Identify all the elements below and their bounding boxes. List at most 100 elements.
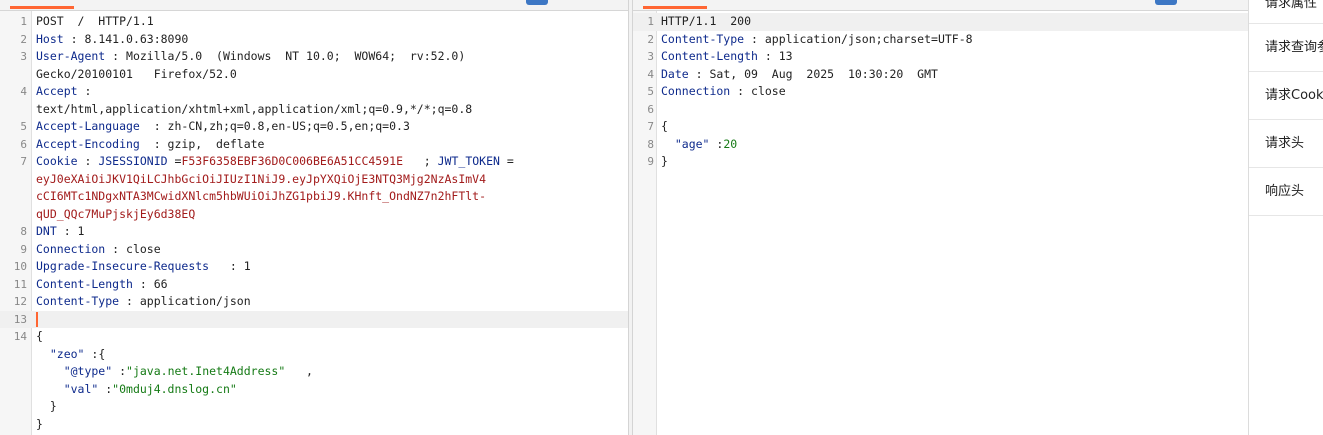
token: } — [36, 416, 43, 431]
request-line[interactable]: 8 DNT : 1 — [0, 223, 628, 241]
line-number: 10 — [13, 260, 27, 273]
line-content: Content-Type : application/json — [36, 293, 251, 311]
line-content: } — [661, 153, 668, 171]
token: Accept-Language — [36, 119, 140, 133]
token: = — [499, 154, 514, 168]
token: eyJ0eXAiOiJKV1QiLCJhbGciOiJIUzI1NiJ9.eyJ… — [36, 171, 487, 186]
line-number: 11 — [13, 277, 27, 291]
token: : 1 — [209, 259, 251, 273]
response-line[interactable]: 2 Content-Type : application/json;charset… — [633, 31, 1248, 49]
request-line[interactable]: 1 POST / HTTP/1.1 — [0, 13, 628, 31]
request-line[interactable]: Gecko/20100101 Firefox/52.0 — [0, 66, 628, 84]
response-line[interactable]: 1 HTTP/1.1 200 — [633, 13, 1248, 31]
line-content: } — [36, 416, 43, 434]
token: Content-Type — [36, 294, 120, 308]
inspector-query-params[interactable]: 请求查询参数 — [1249, 24, 1323, 72]
token: Cookie — [36, 154, 78, 168]
line-number: 8 — [20, 225, 27, 238]
token: = — [167, 154, 182, 168]
token: "age" — [661, 136, 710, 151]
response-line[interactable]: 8 "age" :20 — [633, 136, 1248, 154]
request-line[interactable]: 3 User-Agent : Mozilla/5.0 (Windows NT 10… — [0, 48, 628, 66]
request-line[interactable]: 12 Content-Type : application/json — [0, 293, 628, 311]
line-number: 5 — [20, 120, 27, 133]
response-line[interactable]: 3 Content-Length : 13 — [633, 48, 1248, 66]
line-content: "val" :"0mduj4.dnslog.cn" — [36, 381, 237, 399]
line-content: "@type" :"java.net.Inet4Address" , — [36, 363, 313, 381]
request-line[interactable]: 6 Accept-Encoding : gzip, deflate — [0, 136, 628, 154]
response-line[interactable]: 7{ — [633, 118, 1248, 136]
token: "val" — [36, 381, 99, 396]
request-line[interactable]: qUD_QQc7MuPjskjEy6d38EQ — [0, 206, 628, 224]
request-line[interactable]: 4 Accept : — [0, 83, 628, 101]
token: :{ — [84, 346, 106, 361]
request-line[interactable]: 5 Accept-Language : zh-CN,zh;q=0.8,en-US;… — [0, 118, 628, 136]
request-line[interactable]: eyJ0eXAiOiJKV1QiLCJhbGciOiJIUzI1NiJ9.eyJ… — [0, 171, 628, 189]
line-number: 1 — [647, 15, 654, 28]
line-content: Connection : close — [661, 83, 786, 101]
request-line[interactable]: 7 Cookie : JSESSIONID =F53F6358EBF36D0C00… — [0, 153, 628, 171]
request-line[interactable]: 9 Connection : close — [0, 241, 628, 259]
token: "java.net.Inet4Address" — [126, 364, 286, 378]
token: Accept — [36, 84, 78, 98]
inspector-request-attributes[interactable]: 请求属性 — [1249, 0, 1323, 24]
line-content: Date : Sat, 09 Aug 2025 10:30:20 GMT — [661, 66, 938, 84]
token: qUD_QQc7MuPjskjEy6d38EQ — [36, 206, 196, 221]
token: : — [98, 381, 113, 396]
response-line[interactable]: 4 Date : Sat, 09 Aug 2025 10:30:20 GMT — [633, 66, 1248, 84]
line-number: 6 — [647, 102, 654, 116]
line-number: 4 — [647, 67, 654, 81]
request-line[interactable]: 10 Upgrade-Insecure-Requests : 1 — [0, 258, 628, 276]
request-pretty-tab[interactable] — [10, 6, 74, 9]
response-pretty-tab[interactable] — [643, 6, 707, 9]
request-line[interactable]: "@type" :"java.net.Inet4Address" , — [0, 363, 628, 381]
line-content: Gecko/20100101 Firefox/52.0 — [36, 66, 237, 84]
request-line[interactable]: } — [0, 416, 628, 434]
token: Gecko/20100101 Firefox/52.0 — [36, 66, 237, 81]
request-line[interactable]: 11 Content-Length : 66 — [0, 276, 628, 294]
line-content: text/html,application/xhtml+xml,applicat… — [36, 101, 472, 119]
line-number: 8 — [647, 137, 654, 151]
response-line[interactable]: 6 — [633, 101, 1248, 119]
line-content: User-Agent : Mozilla/5.0 (Windows NT 10.… — [36, 48, 465, 66]
request-line[interactable]: 13 — [0, 310, 628, 328]
response-viewer-pane[interactable]: 1 HTTP/1.1 200 2 Content-Type : application… — [633, 0, 1248, 435]
response-line[interactable]: 5 Connection : close — [633, 83, 1248, 101]
token: User-Agent — [36, 49, 106, 63]
request-line[interactable]: } — [0, 398, 628, 416]
token: Content-Length — [661, 49, 758, 63]
request-tab-strip — [0, 0, 628, 11]
inspector-response-headers[interactable]: 响应头 — [1249, 168, 1323, 216]
token: : close — [105, 241, 161, 256]
token: : zh-CN,zh;q=0.8,en-US;q=0.5,en;q=0.3 — [139, 119, 410, 133]
request-line[interactable]: "zeo" :{ — [0, 346, 628, 364]
request-view-toggle-icon[interactable] — [526, 0, 548, 5]
response-line[interactable]: 9} — [633, 153, 1248, 171]
request-line[interactable]: text/html,application/xhtml+xml,applicat… — [0, 101, 628, 119]
request-line[interactable]: cCI6MTc1NDgxNTA3MCwidXNlcm5hbWUiOiJhZG1p… — [0, 188, 628, 206]
line-number: 9 — [20, 242, 27, 256]
inspector-request-headers[interactable]: 请求头 — [1249, 120, 1323, 168]
request-line[interactable]: 14 { — [0, 328, 628, 346]
line-number: 6 — [20, 137, 27, 151]
token: : 66 — [132, 276, 168, 291]
line-number: 12 — [13, 295, 27, 308]
token: : application/json — [119, 294, 251, 308]
line-number: 4 — [20, 85, 27, 98]
token: : 8.141.0.63:8090 — [63, 31, 189, 46]
line-content: { — [36, 328, 43, 346]
line-number: 3 — [647, 50, 654, 63]
token: , — [285, 364, 313, 378]
response-message-text[interactable]: 1 HTTP/1.1 200 2 Content-Type : application… — [633, 13, 1248, 435]
line-content: Upgrade-Insecure-Requests : 1 — [36, 258, 251, 276]
inspector-request-cookies[interactable]: 请求Cookie — [1249, 72, 1323, 120]
request-line[interactable]: "val" :"0mduj4.dnslog.cn" — [0, 381, 628, 399]
token: { — [661, 119, 668, 133]
token: Accept-Encoding — [36, 136, 140, 151]
request-message-text[interactable]: 1 POST / HTTP/1.1 2 Host : 8.141.0.63:8090 3… — [0, 13, 628, 435]
response-view-toggle-icon[interactable] — [1155, 0, 1177, 5]
request-line[interactable]: 2 Host : 8.141.0.63:8090 — [0, 31, 628, 49]
line-number: 7 — [20, 155, 27, 168]
request-editor-pane[interactable]: 1 POST / HTTP/1.1 2 Host : 8.141.0.63:8090 3… — [0, 0, 628, 435]
token: F53F6358EBF36D0C006BE6A51CC4591E — [181, 154, 403, 168]
